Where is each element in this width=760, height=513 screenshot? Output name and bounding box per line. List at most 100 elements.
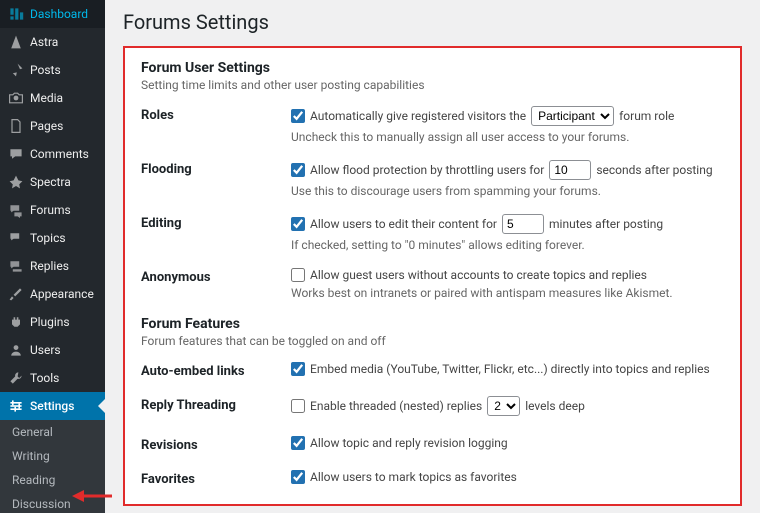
sidebar-item-pages[interactable]: Pages <box>0 112 105 140</box>
favorites-text: Allow users to mark topics as favorites <box>310 470 517 484</box>
sidebar-item-label: Plugins <box>30 315 70 329</box>
threading-levels-select[interactable]: 2 <box>487 396 520 416</box>
pin-icon <box>8 62 24 78</box>
sidebar-item-plugins[interactable]: Plugins <box>0 308 105 336</box>
threading-label: Reply Threading <box>141 396 291 413</box>
flooding-label: Flooding <box>141 160 291 177</box>
main-content: Forums Settings Forum User Settings Sett… <box>105 0 760 513</box>
editing-minutes-input[interactable] <box>502 214 544 234</box>
row-threading: Reply Threading Enable threaded (nested)… <box>141 396 724 420</box>
row-editing: Editing Allow users to edit their conten… <box>141 214 724 252</box>
page-icon <box>8 118 24 134</box>
admin-sidebar: Dashboard Astra Posts Media Pages Commen… <box>0 0 105 513</box>
anonymous-label: Anonymous <box>141 268 291 285</box>
revisions-label: Revisions <box>141 436 291 453</box>
sidebar-item-settings[interactable]: Settings <box>0 392 105 420</box>
tool-icon <box>8 370 24 386</box>
sidebar-item-label: Replies <box>30 259 69 273</box>
sidebar-item-label: Forums <box>30 203 71 217</box>
brush-icon <box>8 286 24 302</box>
sidebar-item-media[interactable]: Media <box>0 84 105 112</box>
roles-select[interactable]: Participant <box>531 106 614 126</box>
reply-icon <box>8 258 24 274</box>
row-roles: Roles Automatically give registered visi… <box>141 106 724 144</box>
user-settings-heading: Forum User Settings <box>141 60 724 76</box>
anonymous-checkbox[interactable] <box>291 268 305 282</box>
user-icon <box>8 342 24 358</box>
topic-icon <box>8 230 24 246</box>
autoembed-checkbox[interactable] <box>291 362 305 376</box>
flooding-post-text: seconds after posting <box>596 163 712 177</box>
submenu-discussion[interactable]: Discussion <box>0 492 105 513</box>
sidebar-item-label: Dashboard <box>30 7 88 21</box>
roles-label: Roles <box>141 106 291 123</box>
features-sub: Forum features that can be toggled on an… <box>141 334 724 348</box>
plugin-icon <box>8 314 24 330</box>
sidebar-item-label: Posts <box>30 63 61 77</box>
sidebar-item-label: Users <box>30 343 61 357</box>
sidebar-item-posts[interactable]: Posts <box>0 56 105 84</box>
page-title: Forums Settings <box>123 10 742 34</box>
revisions-text: Allow topic and reply revision logging <box>310 436 508 450</box>
sidebar-item-replies[interactable]: Replies <box>0 252 105 280</box>
flooding-seconds-input[interactable] <box>549 160 591 180</box>
sidebar-item-label: Comments <box>30 147 89 161</box>
sidebar-item-label: Topics <box>30 231 66 245</box>
settings-submenu: General Writing Reading Discussion Media… <box>0 420 105 513</box>
roles-help: Uncheck this to manually assign all user… <box>291 130 724 144</box>
editing-checkbox[interactable] <box>291 217 305 231</box>
autoembed-label: Auto-embed links <box>141 362 291 379</box>
row-favorites: Favorites Allow users to mark topics as … <box>141 470 724 488</box>
sidebar-item-spectra[interactable]: Spectra <box>0 168 105 196</box>
row-anonymous: Anonymous Allow guest users without acco… <box>141 268 724 300</box>
editing-post-text: minutes after posting <box>549 217 663 231</box>
astra-icon <box>8 34 24 50</box>
row-autoembed: Auto-embed links Embed media (YouTube, T… <box>141 362 724 380</box>
sidebar-item-label: Appearance <box>30 287 94 301</box>
editing-help: If checked, setting to "0 minutes" allow… <box>291 238 724 252</box>
flooding-pre-text: Allow flood protection by throttling use… <box>310 163 544 177</box>
sidebar-item-astra[interactable]: Astra <box>0 28 105 56</box>
revisions-checkbox[interactable] <box>291 436 305 450</box>
favorites-checkbox[interactable] <box>291 470 305 484</box>
forum-icon <box>8 202 24 218</box>
roles-post-text: forum role <box>619 109 674 123</box>
submenu-reading[interactable]: Reading <box>0 468 105 492</box>
sidebar-item-tools[interactable]: Tools <box>0 364 105 392</box>
editing-label: Editing <box>141 214 291 231</box>
sidebar-item-dashboard[interactable]: Dashboard <box>0 0 105 28</box>
sidebar-item-comments[interactable]: Comments <box>0 140 105 168</box>
threading-post-text: levels deep <box>525 399 585 413</box>
roles-checkbox[interactable] <box>291 109 305 123</box>
sidebar-item-label: Spectra <box>30 175 71 189</box>
comment-icon <box>8 146 24 162</box>
anonymous-help: Works best on intranets or paired with a… <box>291 286 724 300</box>
flooding-checkbox[interactable] <box>291 163 305 177</box>
user-settings-sub: Setting time limits and other user posti… <box>141 78 724 92</box>
sidebar-item-forums[interactable]: Forums <box>0 196 105 224</box>
sidebar-item-topics[interactable]: Topics <box>0 224 105 252</box>
anonymous-text: Allow guest users without accounts to cr… <box>310 268 647 282</box>
threading-checkbox[interactable] <box>291 399 305 413</box>
sidebar-item-users[interactable]: Users <box>0 336 105 364</box>
roles-pre-text: Automatically give registered visitors t… <box>310 109 526 123</box>
sidebar-item-label: Pages <box>30 119 63 133</box>
dashboard-icon <box>8 6 24 22</box>
spectra-icon <box>8 174 24 190</box>
sidebar-item-label: Astra <box>30 35 58 49</box>
row-revisions: Revisions Allow topic and reply revision… <box>141 436 724 454</box>
submenu-general[interactable]: General <box>0 420 105 444</box>
threading-pre-text: Enable threaded (nested) replies <box>310 399 482 413</box>
row-flooding: Flooding Allow flood protection by throt… <box>141 160 724 198</box>
submenu-writing[interactable]: Writing <box>0 444 105 468</box>
settings-icon <box>8 398 24 414</box>
autoembed-text: Embed media (YouTube, Twitter, Flickr, e… <box>310 362 710 376</box>
favorites-label: Favorites <box>141 470 291 487</box>
sidebar-item-label: Settings <box>30 399 74 413</box>
media-icon <box>8 90 24 106</box>
flooding-help: Use this to discourage users from spammi… <box>291 184 724 198</box>
sidebar-item-appearance[interactable]: Appearance <box>0 280 105 308</box>
features-heading: Forum Features <box>141 316 724 332</box>
sidebar-item-label: Tools <box>30 371 59 385</box>
sidebar-item-label: Media <box>30 91 63 105</box>
